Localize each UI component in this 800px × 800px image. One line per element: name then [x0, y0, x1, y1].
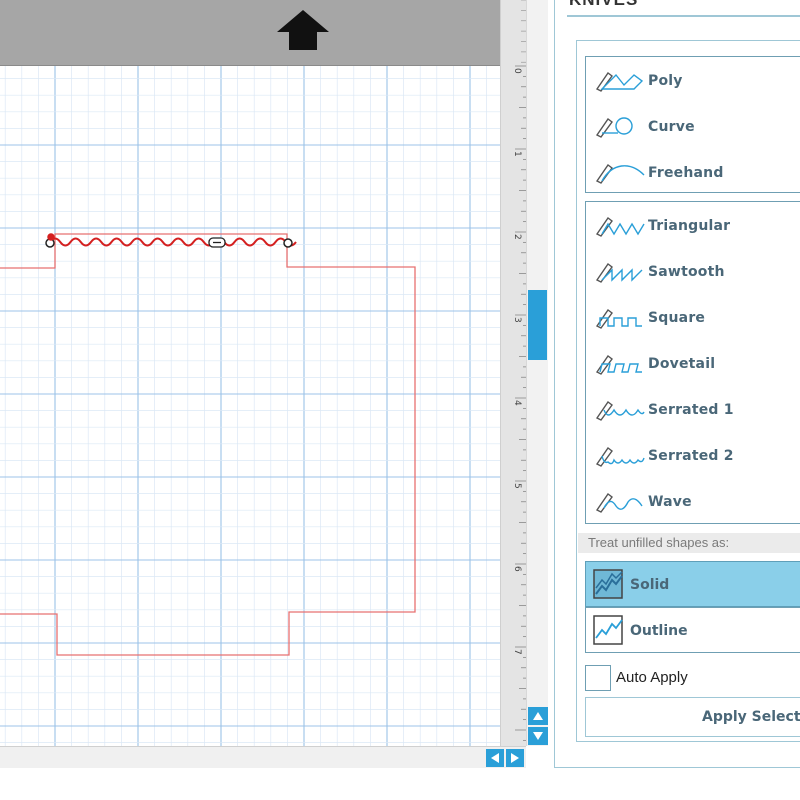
basic-knives-group: Poly Curve Freehand	[585, 56, 800, 193]
knife-label-triangular: Triangular	[648, 218, 731, 234]
vertical-ruler: 0 1 2 3 4 5 6 7	[500, 0, 526, 746]
apply-selected-button[interactable]: Apply Selected	[585, 697, 800, 737]
knife-item-triangular[interactable]: Triangular	[586, 204, 800, 246]
cut-start-point[interactable]	[47, 233, 55, 241]
knife-item-freehand[interactable]: Freehand	[586, 151, 800, 193]
cutting-mat-grid[interactable]	[0, 66, 500, 746]
shape-mode-solid[interactable]: Solid	[585, 561, 800, 607]
panel-title: KNIVES	[569, 0, 638, 10]
panel-bottom-border	[554, 767, 800, 768]
shape-outline[interactable]	[0, 233, 416, 656]
feed-up-arrow-icon[interactable]	[277, 10, 329, 50]
shape-mode-outline-label: Outline	[630, 623, 688, 639]
scroll-right-icon	[511, 753, 519, 763]
freehand-knife-icon	[595, 164, 645, 184]
canvas-frame: 0 1 2 3 4 5 6 7	[0, 0, 550, 800]
wave-knife-icon	[595, 493, 643, 513]
knife-item-serrated-1[interactable]: Serrated 1	[586, 388, 800, 430]
scroll-down-button[interactable]	[528, 727, 548, 745]
knife-label-curve: Curve	[648, 119, 695, 135]
auto-apply-label: Auto Apply	[616, 669, 688, 686]
ruler-label: 3	[512, 317, 522, 323]
ruler-label: 6	[512, 566, 522, 572]
knife-item-sawtooth[interactable]: Sawtooth	[586, 250, 800, 292]
ruler-label: 4	[512, 400, 522, 406]
ruler-label: 0	[512, 68, 522, 74]
canvas-top-bar	[0, 0, 500, 66]
knife-item-dovetail[interactable]: Dovetail	[586, 342, 800, 384]
shape-mode-outline[interactable]: Outline	[585, 607, 800, 653]
scroll-left-button[interactable]	[486, 749, 504, 767]
scroll-left-icon	[491, 753, 499, 763]
serrated-1-knife-icon	[595, 401, 645, 421]
ruler-label: 2	[512, 234, 522, 240]
dovetail-knife-icon	[595, 355, 642, 375]
panel-left-border	[554, 0, 555, 768]
outline-shape-icon	[593, 615, 623, 645]
knife-label-serrated-1: Serrated 1	[648, 402, 734, 418]
vertical-scroll-thumb[interactable]	[528, 290, 547, 360]
knife-label-sawtooth: Sawtooth	[648, 264, 725, 280]
solid-shape-icon	[593, 569, 623, 599]
knife-item-wave[interactable]: Wave	[586, 480, 800, 522]
vertical-scrollbar[interactable]	[526, 0, 548, 746]
square-knife-icon	[595, 309, 642, 329]
cut-end-handle[interactable]	[283, 238, 293, 248]
knife-label-poly: Poly	[648, 73, 683, 89]
scroll-up-button[interactable]	[528, 707, 548, 725]
treat-unfilled-label: Treat unfilled shapes as:	[578, 533, 800, 553]
knife-item-poly[interactable]: Poly	[586, 59, 800, 101]
scroll-up-icon	[533, 712, 543, 720]
sawtooth-knife-icon	[595, 263, 643, 283]
poly-knife-icon	[595, 72, 644, 92]
scroll-right-button[interactable]	[506, 749, 524, 767]
ruler-label: 7	[512, 649, 522, 655]
knife-item-square[interactable]: Square	[586, 296, 800, 338]
grid-canvas[interactable]	[0, 66, 500, 746]
auto-apply-checkbox[interactable]	[585, 665, 611, 691]
app-window: 0 1 2 3 4 5 6 7 KNIVES	[0, 0, 800, 800]
ruler-label: 5	[512, 483, 522, 489]
shape-mode-solid-label: Solid	[630, 577, 670, 593]
apply-selected-label: Apply Selected	[702, 709, 800, 725]
ruler-label: 1	[512, 151, 522, 157]
pattern-knives-group: Triangular Sawtooth Square Dovetail Serr…	[585, 201, 800, 524]
knife-label-dovetail: Dovetail	[648, 356, 716, 372]
cut-midpoint-handle[interactable]	[208, 237, 226, 248]
knife-label-serrated-2: Serrated 2	[648, 448, 734, 464]
knife-label-square: Square	[648, 310, 706, 326]
scroll-down-icon	[533, 732, 543, 740]
knife-label-wave: Wave	[648, 494, 692, 510]
serrated-2-knife-icon	[595, 447, 645, 467]
panel-title-divider	[567, 15, 800, 17]
knife-item-serrated-2[interactable]: Serrated 2	[586, 434, 800, 476]
curve-knife-icon	[595, 117, 633, 138]
knife-label-freehand: Freehand	[648, 165, 724, 181]
horizontal-scrollbar[interactable]	[0, 746, 526, 768]
knife-item-curve[interactable]: Curve	[586, 105, 800, 147]
triangular-knife-icon	[595, 217, 645, 237]
